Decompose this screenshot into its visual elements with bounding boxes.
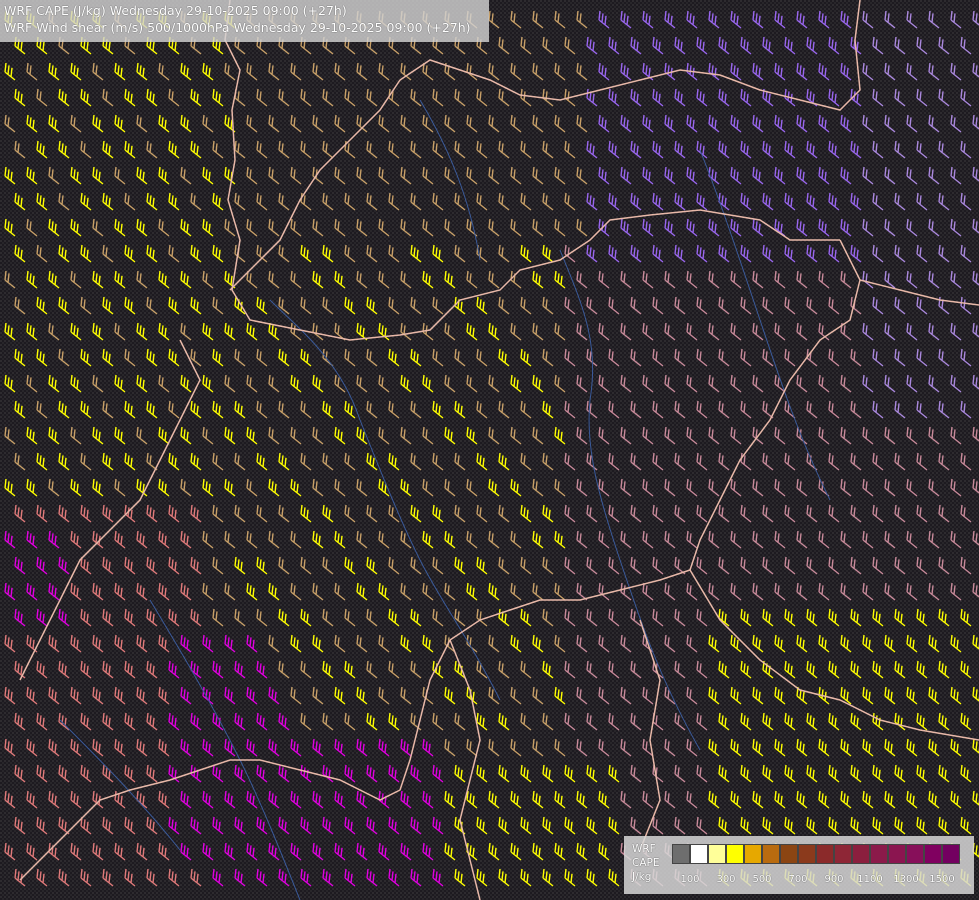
legend-color-scale <box>672 844 960 864</box>
map-background <box>0 0 979 900</box>
legend-swatch <box>780 844 798 864</box>
legend-tick-label: 100 <box>680 874 700 885</box>
legend-swatch <box>942 844 960 864</box>
legend-swatch <box>870 844 888 864</box>
legend-swatch <box>834 844 852 864</box>
legend-tick-label: 700 <box>788 874 808 885</box>
legend-swatch <box>888 844 906 864</box>
legend-swatch <box>708 844 726 864</box>
legend-swatch <box>762 844 780 864</box>
legend-label-cape: CAPE <box>632 857 660 869</box>
legend-swatch <box>924 844 942 864</box>
legend-swatch <box>798 844 816 864</box>
map-canvas <box>0 0 979 900</box>
legend-swatch <box>690 844 708 864</box>
legend-tick-label: 1100 <box>857 874 883 885</box>
legend-label-wrf: WRF <box>632 843 656 855</box>
weather-map: { "header": { "line1": "WRF CAPE (J/kg) … <box>0 0 979 900</box>
title-cape: WRF CAPE (J/kg) Wednesday 29-10-2025 09:… <box>4 3 347 18</box>
legend-tick-label: 1500 <box>929 874 955 885</box>
legend-tick-labels: 100 300 500 700 900 1100 1300 1500 <box>672 874 972 888</box>
legend-tick-label: 500 <box>752 874 772 885</box>
legend: WRF CAPE J/kg 100 300 500 700 900 1100 1300 150… <box>624 836 974 894</box>
legend-swatch <box>672 844 690 864</box>
legend-label-units: J/kg <box>632 871 652 883</box>
title-box: WRF CAPE (J/kg) Wednesday 29-10-2025 09:… <box>0 0 489 42</box>
legend-swatch <box>726 844 744 864</box>
legend-tick-label: 1300 <box>893 874 919 885</box>
legend-swatch <box>744 844 762 864</box>
legend-swatch <box>852 844 870 864</box>
legend-tick-label: 300 <box>716 874 736 885</box>
legend-tick-label: 900 <box>824 874 844 885</box>
legend-swatch <box>906 844 924 864</box>
legend-swatch <box>816 844 834 864</box>
title-wind-shear: WRF Wind shear (m/s) 500/1000hPa Wednesd… <box>4 20 471 35</box>
